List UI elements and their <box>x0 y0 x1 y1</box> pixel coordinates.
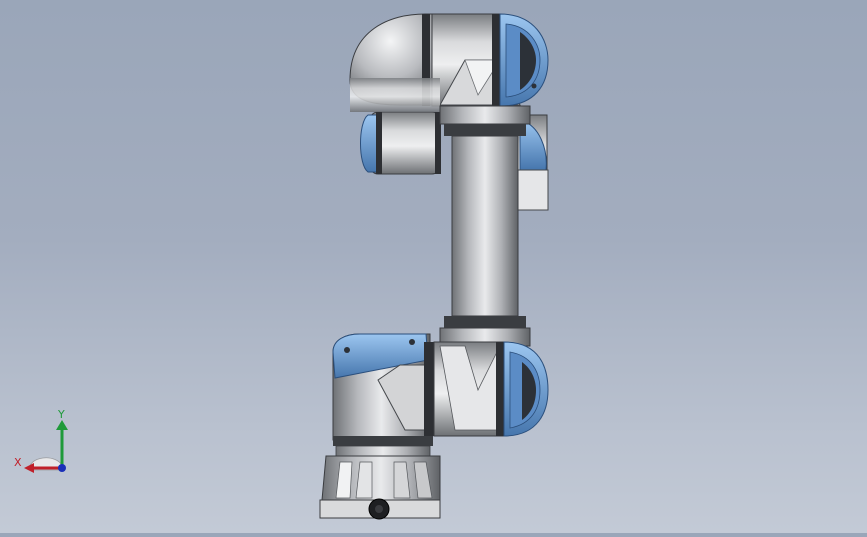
y-axis-head <box>56 420 68 430</box>
x-axis-head <box>24 463 34 473</box>
z-axis-dot <box>58 464 66 472</box>
robot-base <box>319 436 441 520</box>
3d-model-viewport[interactable] <box>0 0 867 533</box>
x-axis-label: X <box>14 456 22 469</box>
shoulder-joint <box>332 333 549 441</box>
y-axis-label: Y <box>58 408 65 421</box>
robot-arm-model[interactable] <box>0 0 867 533</box>
main-link <box>439 105 531 347</box>
coordinate-triad: Y X <box>12 408 76 480</box>
wrist-joint <box>350 78 441 175</box>
